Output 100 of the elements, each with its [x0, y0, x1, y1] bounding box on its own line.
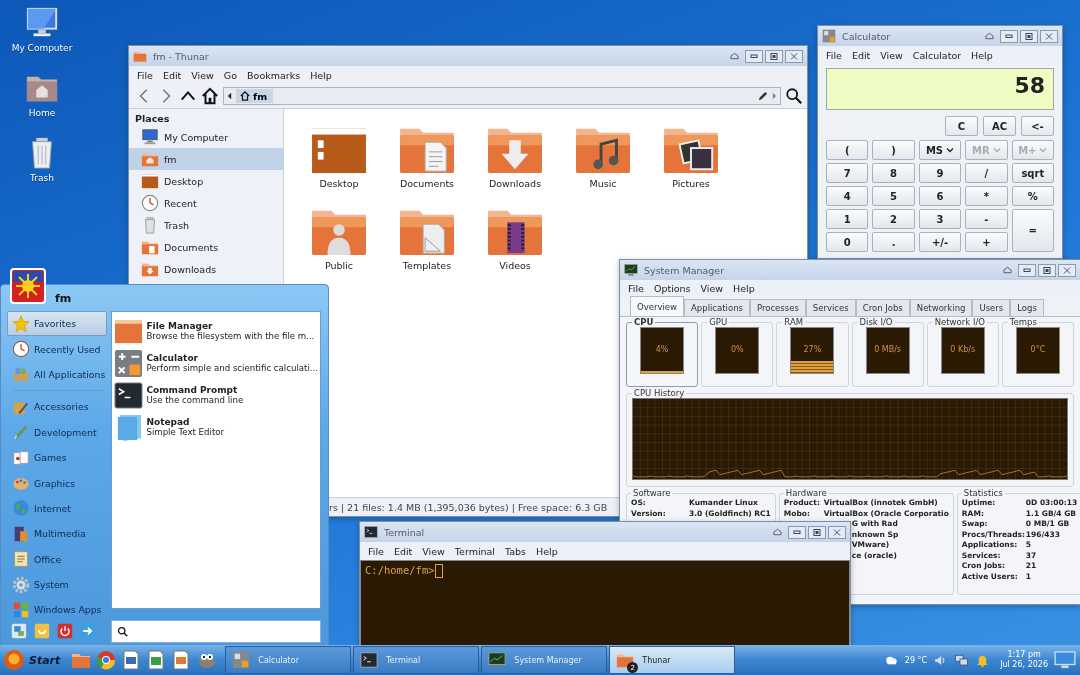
browser-icon[interactable]: [96, 650, 117, 670]
menu-item[interactable]: View: [700, 282, 724, 294]
folder-item[interactable]: Music: [559, 123, 647, 205]
minimize-button[interactable]: [745, 49, 763, 63]
menu-item[interactable]: Help: [536, 545, 558, 557]
show-desktop-icon[interactable]: [1054, 651, 1076, 669]
app-item[interactable]: Command Prompt Use the command line: [114, 379, 318, 411]
calculator-key[interactable]: (: [826, 140, 869, 160]
roll-up-icon[interactable]: [1003, 266, 1012, 274]
menu-item[interactable]: Help: [971, 49, 993, 61]
category-item[interactable]: Favorites: [7, 311, 108, 337]
menu-item[interactable]: Tabs: [505, 545, 527, 557]
tab[interactable]: Networking: [909, 299, 973, 316]
menu-item[interactable]: Go: [223, 69, 238, 81]
sidebar-item[interactable]: Downloads: [129, 258, 283, 280]
menu-item[interactable]: Terminal: [454, 545, 495, 557]
app-item[interactable]: Notepad Simple Text Editor: [114, 411, 318, 443]
menu-item[interactable]: View: [191, 69, 214, 81]
path-button[interactable]: fm: [236, 89, 274, 103]
menu-item[interactable]: File: [368, 545, 384, 557]
home-icon[interactable]: [201, 87, 219, 105]
maximize-button[interactable]: [765, 49, 783, 63]
calculator-key[interactable]: C: [945, 116, 978, 136]
calculator-key[interactable]: 3: [918, 209, 962, 229]
menu-item[interactable]: File: [826, 49, 842, 61]
sidebar-item[interactable]: Trash: [129, 214, 283, 236]
folder-item[interactable]: Desktop: [295, 123, 383, 205]
category-item[interactable]: Development: [7, 419, 108, 445]
pencil-icon[interactable]: [757, 90, 768, 102]
menu-item[interactable]: Options: [653, 282, 691, 294]
calculator-key[interactable]: ): [872, 140, 915, 160]
category-item[interactable]: Accessories: [7, 394, 108, 420]
folder-item[interactable]: Pictures: [647, 123, 735, 205]
roll-up-icon[interactable]: [985, 32, 994, 40]
calculator-key[interactable]: +/-: [918, 232, 962, 252]
category-item[interactable]: System: [7, 571, 108, 598]
calculator-key[interactable]: 4: [826, 186, 869, 206]
menu-item[interactable]: Edit: [851, 49, 871, 61]
tab[interactable]: Processes: [749, 299, 806, 316]
desktop-icon[interactable]: Home: [25, 71, 59, 118]
minimize-button[interactable]: [1000, 29, 1018, 43]
folder-item[interactable]: Templates: [383, 205, 471, 287]
scroll-left-icon[interactable]: [226, 91, 233, 101]
text-document-icon[interactable]: [121, 650, 142, 670]
calculator-key[interactable]: 6: [918, 186, 962, 206]
desktop-icon[interactable]: My Computer: [11, 6, 73, 53]
sidebar-item[interactable]: fm: [129, 148, 283, 170]
calculator-key[interactable]: 0: [826, 232, 869, 252]
app-item[interactable]: Calculator Perform simple and scientific calculati...: [114, 347, 318, 379]
menu-item[interactable]: File: [628, 282, 644, 294]
settings-icon[interactable]: [11, 623, 27, 639]
maximize-button[interactable]: [1038, 263, 1056, 277]
power-icon[interactable]: [57, 623, 73, 639]
calculator-key[interactable]: 1: [826, 209, 869, 229]
app-item[interactable]: File Manager Browse the filesystem with the file m...: [114, 315, 318, 347]
network-icon[interactable]: [954, 652, 970, 668]
calculator-key[interactable]: 8: [872, 163, 915, 183]
scroll-right-icon[interactable]: [771, 91, 778, 101]
category-item[interactable]: Internet: [7, 495, 108, 522]
calculator-key[interactable]: +: [965, 232, 1008, 252]
tab[interactable]: Overview: [630, 296, 685, 316]
tab[interactable]: Logs: [1010, 299, 1044, 316]
sidebar-item[interactable]: Documents: [129, 236, 283, 258]
menu-item[interactable]: View: [880, 49, 903, 61]
tab[interactable]: Services: [805, 299, 856, 316]
calculator-key[interactable]: /: [965, 163, 1008, 183]
calculator-key[interactable]: 2: [872, 209, 915, 229]
menu-item[interactable]: Help: [310, 69, 332, 81]
calculator-key[interactable]: 5: [872, 186, 915, 206]
menu-item[interactable]: Help: [733, 282, 755, 294]
search-icon[interactable]: [785, 87, 803, 105]
category-item[interactable]: Graphics: [7, 470, 108, 496]
category-item[interactable]: Multimedia: [7, 521, 108, 547]
category-item[interactable]: Games: [7, 444, 108, 471]
tab[interactable]: Users: [972, 299, 1011, 316]
category-item[interactable]: Recently Used: [7, 336, 108, 362]
tab[interactable]: Applications: [684, 299, 750, 316]
spreadsheet-icon[interactable]: [146, 650, 167, 670]
memory-dropdown[interactable]: MS: [918, 140, 962, 160]
calculator-key[interactable]: sqrt: [1011, 163, 1054, 183]
clock[interactable]: 1:17 pm Jul 26, 2026: [1000, 650, 1048, 670]
sidebar-item[interactable]: My Computer: [129, 126, 283, 148]
sidebar-item[interactable]: Desktop: [129, 170, 283, 192]
menu-item[interactable]: Edit: [393, 545, 413, 557]
menu-item[interactable]: Bookmarks: [247, 69, 301, 81]
category-item[interactable]: All Applications: [7, 361, 108, 388]
calculator-key[interactable]: .: [872, 232, 915, 252]
folder-item[interactable]: Videos: [471, 205, 559, 287]
minimize-button[interactable]: [1018, 263, 1036, 277]
menu-item[interactable]: Edit: [162, 69, 182, 81]
menu-item[interactable]: View: [422, 545, 445, 557]
minimize-button[interactable]: [788, 525, 806, 539]
calculator-key[interactable]: -: [965, 209, 1008, 229]
calculator-key[interactable]: 9: [918, 163, 962, 183]
roll-up-icon[interactable]: [773, 528, 782, 536]
category-item[interactable]: Windows Apps: [7, 597, 108, 623]
desktop-icon[interactable]: Trash: [25, 136, 59, 183]
folder-item[interactable]: Documents: [383, 123, 471, 205]
maximize-button[interactable]: [808, 525, 826, 539]
calculator-key[interactable]: *: [965, 186, 1008, 206]
